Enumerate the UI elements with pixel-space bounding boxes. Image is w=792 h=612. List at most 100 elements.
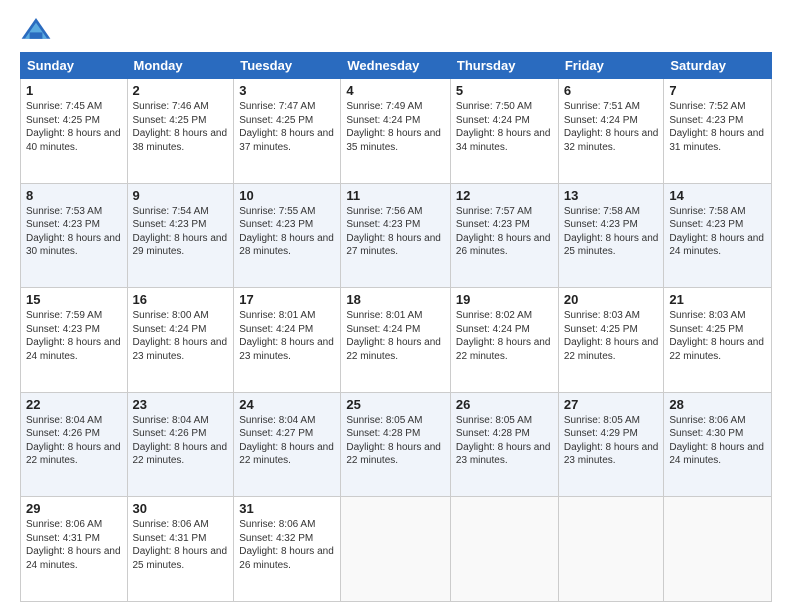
day-info: Sunrise: 8:05 AMSunset: 4:28 PMDaylight:… — [346, 415, 441, 467]
calendar-cell: 25Sunrise: 8:05 AMSunset: 4:28 PMDayligh… — [341, 392, 451, 497]
day-info: Sunrise: 8:06 AMSunset: 4:32 PMDaylight:… — [239, 519, 334, 571]
day-info: Sunrise: 8:05 AMSunset: 4:29 PMDaylight:… — [564, 415, 659, 467]
calendar-cell: 29 Sunrise: 8:06 AMSunset: 4:31 PMDayligh… — [21, 497, 128, 602]
calendar-cell: 31 Sunrise: 8:06 AMSunset: 4:32 PMDayligh… — [234, 497, 341, 602]
calendar-header-sunday: Sunday — [21, 53, 128, 79]
day-info: Sunrise: 8:05 AMSunset: 4:28 PMDaylight:… — [456, 415, 551, 467]
day-info: Sunrise: 8:04 AMSunset: 4:27 PMDaylight:… — [239, 415, 334, 467]
day-number: 24 — [239, 397, 335, 412]
day-info: Sunrise: 8:01 AMSunset: 4:24 PMDaylight:… — [239, 310, 334, 362]
day-info: Sunrise: 7:54 AMSunset: 4:23 PMDaylight:… — [133, 206, 228, 258]
calendar-cell — [664, 497, 772, 602]
day-number: 7 — [669, 83, 766, 98]
day-number: 13 — [564, 188, 659, 203]
day-number: 18 — [346, 292, 445, 307]
calendar-cell — [450, 497, 558, 602]
day-number: 11 — [346, 188, 445, 203]
calendar-week-2: 8Sunrise: 7:53 AMSunset: 4:23 PMDaylight… — [21, 183, 772, 288]
day-info: Sunrise: 8:06 AMSunset: 4:30 PMDaylight:… — [669, 415, 764, 467]
calendar-cell: 20Sunrise: 8:03 AMSunset: 4:25 PMDayligh… — [558, 288, 664, 393]
day-info: Sunrise: 8:06 AMSunset: 4:31 PMDaylight:… — [26, 519, 121, 571]
calendar-cell: 16Sunrise: 8:00 AMSunset: 4:24 PMDayligh… — [127, 288, 234, 393]
calendar-header-tuesday: Tuesday — [234, 53, 341, 79]
calendar-cell: 4Sunrise: 7:49 AMSunset: 4:24 PMDaylight… — [341, 79, 451, 184]
day-info: Sunrise: 8:02 AMSunset: 4:24 PMDaylight:… — [456, 310, 551, 362]
day-info: Sunrise: 7:55 AMSunset: 4:23 PMDaylight:… — [239, 206, 334, 258]
day-info: Sunrise: 7:57 AMSunset: 4:23 PMDaylight:… — [456, 206, 551, 258]
day-info: Sunrise: 8:04 AMSunset: 4:26 PMDaylight:… — [26, 415, 121, 467]
day-info: Sunrise: 7:52 AMSunset: 4:23 PMDaylight:… — [669, 101, 764, 153]
calendar-cell: 10 Sunrise: 7:55 AMSunset: 4:23 PMDayligh… — [234, 183, 341, 288]
day-number: 29 — [26, 501, 122, 516]
day-number: 20 — [564, 292, 659, 307]
calendar-week-5: 29 Sunrise: 8:06 AMSunset: 4:31 PMDayligh… — [21, 497, 772, 602]
day-info: Sunrise: 8:04 AMSunset: 4:26 PMDaylight:… — [133, 415, 228, 467]
calendar-cell: 22 Sunrise: 8:04 AMSunset: 4:26 PMDayligh… — [21, 392, 128, 497]
day-info: Sunrise: 7:50 AMSunset: 4:24 PMDaylight:… — [456, 101, 551, 153]
calendar-cell: 1 Sunrise: 7:45 AMSunset: 4:25 PMDaylight… — [21, 79, 128, 184]
day-info: Sunrise: 7:49 AMSunset: 4:24 PMDaylight:… — [346, 101, 441, 153]
day-info: Sunrise: 7:58 AMSunset: 4:23 PMDaylight:… — [669, 206, 764, 258]
calendar-cell: 28 Sunrise: 8:06 AMSunset: 4:30 PMDayligh… — [664, 392, 772, 497]
day-number: 21 — [669, 292, 766, 307]
day-info: Sunrise: 8:01 AMSunset: 4:24 PMDaylight:… — [346, 310, 441, 362]
day-number: 28 — [669, 397, 766, 412]
day-number: 22 — [26, 397, 122, 412]
day-number: 15 — [26, 292, 122, 307]
calendar-cell: 24 Sunrise: 8:04 AMSunset: 4:27 PMDayligh… — [234, 392, 341, 497]
calendar-cell: 3 Sunrise: 7:47 AMSunset: 4:25 PMDaylight… — [234, 79, 341, 184]
day-info: Sunrise: 8:00 AMSunset: 4:24 PMDaylight:… — [133, 310, 228, 362]
calendar-cell: 26Sunrise: 8:05 AMSunset: 4:28 PMDayligh… — [450, 392, 558, 497]
day-info: Sunrise: 7:46 AMSunset: 4:25 PMDaylight:… — [133, 101, 228, 153]
calendar-week-1: 1 Sunrise: 7:45 AMSunset: 4:25 PMDaylight… — [21, 79, 772, 184]
header — [20, 16, 772, 44]
calendar-header-wednesday: Wednesday — [341, 53, 451, 79]
calendar-header-thursday: Thursday — [450, 53, 558, 79]
day-number: 5 — [456, 83, 553, 98]
calendar-cell: 21 Sunrise: 8:03 AMSunset: 4:25 PMDayligh… — [664, 288, 772, 393]
calendar-cell: 2 Sunrise: 7:46 AMSunset: 4:25 PMDaylight… — [127, 79, 234, 184]
calendar-header-friday: Friday — [558, 53, 664, 79]
calendar-cell: 15 Sunrise: 7:59 AMSunset: 4:23 PMDayligh… — [21, 288, 128, 393]
day-info: Sunrise: 7:51 AMSunset: 4:24 PMDaylight:… — [564, 101, 659, 153]
day-number: 1 — [26, 83, 122, 98]
day-info: Sunrise: 8:03 AMSunset: 4:25 PMDaylight:… — [669, 310, 764, 362]
calendar-week-3: 15 Sunrise: 7:59 AMSunset: 4:23 PMDayligh… — [21, 288, 772, 393]
calendar-cell: 12Sunrise: 7:57 AMSunset: 4:23 PMDayligh… — [450, 183, 558, 288]
calendar-cell: 7 Sunrise: 7:52 AMSunset: 4:23 PMDaylight… — [664, 79, 772, 184]
day-number: 10 — [239, 188, 335, 203]
calendar-cell: 23 Sunrise: 8:04 AMSunset: 4:26 PMDayligh… — [127, 392, 234, 497]
day-info: Sunrise: 7:47 AMSunset: 4:25 PMDaylight:… — [239, 101, 334, 153]
day-number: 30 — [133, 501, 229, 516]
page: SundayMondayTuesdayWednesdayThursdayFrid… — [0, 0, 792, 612]
day-number: 31 — [239, 501, 335, 516]
day-info: Sunrise: 7:56 AMSunset: 4:23 PMDaylight:… — [346, 206, 441, 258]
day-info: Sunrise: 7:59 AMSunset: 4:23 PMDaylight:… — [26, 310, 121, 362]
calendar-cell: 13 Sunrise: 7:58 AMSunset: 4:23 PMDayligh… — [558, 183, 664, 288]
day-number: 27 — [564, 397, 659, 412]
day-number: 6 — [564, 83, 659, 98]
calendar-cell: 18 Sunrise: 8:01 AMSunset: 4:24 PMDayligh… — [341, 288, 451, 393]
day-number: 19 — [456, 292, 553, 307]
calendar-cell: 6 Sunrise: 7:51 AMSunset: 4:24 PMDaylight… — [558, 79, 664, 184]
day-number: 3 — [239, 83, 335, 98]
day-number: 23 — [133, 397, 229, 412]
calendar-header-row: SundayMondayTuesdayWednesdayThursdayFrid… — [21, 53, 772, 79]
calendar: SundayMondayTuesdayWednesdayThursdayFrid… — [20, 52, 772, 602]
day-info: Sunrise: 7:53 AMSunset: 4:23 PMDaylight:… — [26, 206, 121, 258]
calendar-header-saturday: Saturday — [664, 53, 772, 79]
day-info: Sunrise: 7:45 AMSunset: 4:25 PMDaylight:… — [26, 101, 121, 153]
day-info: Sunrise: 7:58 AMSunset: 4:23 PMDaylight:… — [564, 206, 659, 258]
day-number: 17 — [239, 292, 335, 307]
logo-icon — [20, 16, 52, 44]
calendar-cell: 17 Sunrise: 8:01 AMSunset: 4:24 PMDayligh… — [234, 288, 341, 393]
calendar-header-monday: Monday — [127, 53, 234, 79]
calendar-cell: 14Sunrise: 7:58 AMSunset: 4:23 PMDayligh… — [664, 183, 772, 288]
calendar-cell: 5 Sunrise: 7:50 AMSunset: 4:24 PMDaylight… — [450, 79, 558, 184]
calendar-cell: 8Sunrise: 7:53 AMSunset: 4:23 PMDaylight… — [21, 183, 128, 288]
day-info: Sunrise: 8:06 AMSunset: 4:31 PMDaylight:… — [133, 519, 228, 571]
calendar-cell: 19 Sunrise: 8:02 AMSunset: 4:24 PMDayligh… — [450, 288, 558, 393]
calendar-week-4: 22 Sunrise: 8:04 AMSunset: 4:26 PMDayligh… — [21, 392, 772, 497]
calendar-cell: 27 Sunrise: 8:05 AMSunset: 4:29 PMDayligh… — [558, 392, 664, 497]
day-number: 2 — [133, 83, 229, 98]
